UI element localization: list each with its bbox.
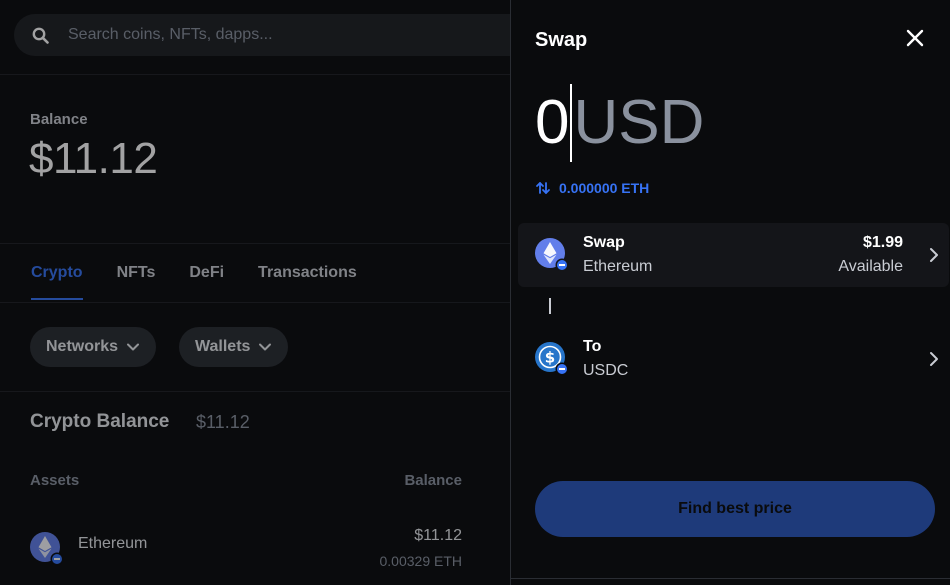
amount-value: 0 bbox=[535, 88, 570, 157]
swap-from-asset-button[interactable]: Swap Ethereum $1.99 Available bbox=[518, 223, 949, 287]
divider bbox=[0, 74, 510, 75]
converted-amount: 0.000000 ETH bbox=[559, 180, 650, 196]
chevron-down-icon bbox=[258, 340, 272, 354]
tab-transactions[interactable]: Transactions bbox=[258, 264, 357, 300]
ethereum-icon bbox=[535, 238, 569, 272]
divider bbox=[0, 391, 510, 392]
swap-to-label: To bbox=[583, 338, 602, 355]
swap-to-asset-button[interactable]: $ To USDC bbox=[518, 327, 949, 391]
swap-from-available-amount: $1.99 bbox=[862, 234, 903, 251]
chevron-right-icon bbox=[927, 350, 941, 368]
search-bar[interactable]: Search coins, NFTs, dapps... bbox=[14, 14, 510, 56]
divider bbox=[0, 243, 510, 244]
amount-input[interactable]: 0 USD bbox=[535, 84, 705, 162]
close-icon bbox=[906, 29, 924, 52]
wallets-filter-label: Wallets bbox=[195, 338, 251, 355]
find-best-price-button[interactable]: Find best price bbox=[535, 481, 935, 537]
asset-usd-value: $11.12 bbox=[414, 527, 462, 544]
currency-toggle-button[interactable]: 0.000000 ETH bbox=[535, 180, 649, 196]
app-window: Search coins, NFTs, dapps... Balance $11… bbox=[0, 0, 950, 585]
swap-from-label: Swap bbox=[583, 234, 625, 251]
amount-unit: USD bbox=[573, 88, 705, 157]
swap-to-asset-name: USDC bbox=[583, 362, 629, 379]
balance-column-header[interactable]: Balance bbox=[404, 472, 462, 489]
networks-filter-button[interactable]: Networks bbox=[30, 327, 157, 367]
divider bbox=[511, 578, 950, 579]
crypto-balance-value: $11.12 bbox=[196, 412, 250, 432]
assets-column-header[interactable]: Assets bbox=[30, 472, 79, 489]
asset-amount: 0.00329 ETH bbox=[379, 553, 463, 569]
swap-from-available-label: Available bbox=[838, 258, 903, 275]
svg-text:$: $ bbox=[545, 349, 555, 367]
swap-arrows-icon bbox=[535, 180, 551, 196]
wallets-filter-button[interactable]: Wallets bbox=[179, 327, 289, 367]
divider bbox=[0, 302, 510, 303]
swap-panel-title: Swap bbox=[535, 29, 588, 51]
text-cursor bbox=[570, 84, 573, 162]
search-input[interactable]: Search coins, NFTs, dapps... bbox=[68, 26, 273, 44]
crypto-balance-title: Crypto Balance bbox=[30, 411, 170, 432]
swap-from-asset-name: Ethereum bbox=[583, 258, 653, 275]
asset-name: Ethereum bbox=[78, 535, 148, 552]
usdc-icon: $ bbox=[535, 342, 569, 376]
networks-filter-label: Networks bbox=[46, 338, 119, 355]
chevron-down-icon bbox=[126, 340, 140, 354]
close-button[interactable] bbox=[903, 28, 927, 52]
ethereum-icon bbox=[30, 532, 64, 566]
swap-panel: Swap 0 USD 0.000000 ETH Swap Ethereum $1… bbox=[510, 0, 950, 585]
main-area: Search coins, NFTs, dapps... Balance $11… bbox=[0, 0, 510, 585]
search-icon bbox=[32, 26, 50, 44]
balance-value: $11.12 bbox=[29, 134, 158, 183]
balance-label: Balance bbox=[30, 111, 88, 128]
chevron-right-icon bbox=[927, 246, 941, 264]
swap-connector-line bbox=[549, 298, 551, 314]
asset-tabs: Crypto NFTs DeFi Transactions bbox=[31, 264, 391, 300]
tab-nfts[interactable]: NFTs bbox=[117, 264, 156, 300]
tab-defi[interactable]: DeFi bbox=[189, 264, 224, 300]
tab-crypto[interactable]: Crypto bbox=[31, 264, 83, 300]
